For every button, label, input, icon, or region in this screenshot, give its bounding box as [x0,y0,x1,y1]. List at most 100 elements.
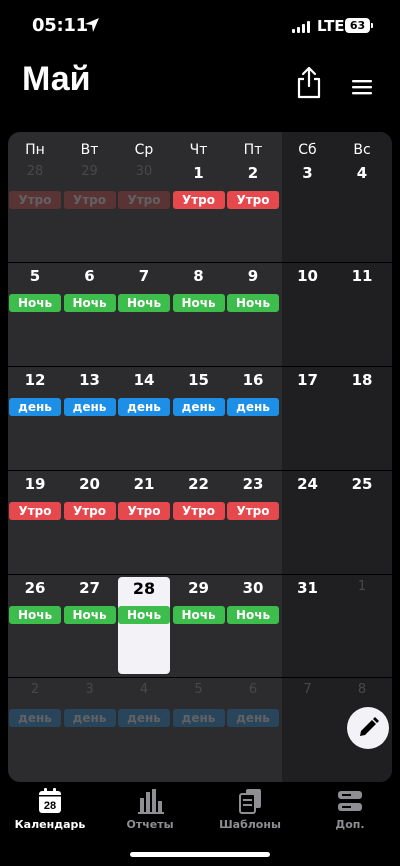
day-number: 6 [248,682,258,697]
shift-badge: день [227,709,279,727]
shift-badge: день [9,398,61,416]
signal-icon [292,21,310,33]
day-number: 4 [356,164,368,182]
day-number: 13 [79,371,100,389]
status-bar: 05:11 LTE 63 [0,0,400,54]
tab-calendar[interactable]: 28 Календарь [0,786,100,838]
menu-button[interactable] [350,76,374,98]
day-number: 14 [133,371,155,389]
shift-badge: день [172,398,225,416]
shift-badge: день [63,398,116,416]
day-number: 1 [193,164,204,182]
day-number: 7 [303,682,312,697]
server-icon [338,791,362,811]
day-number: 27 [79,579,100,597]
shift-badge: Утро [172,502,225,520]
weekday-label: Сб [298,142,317,158]
network-label: LTE [317,17,345,35]
copy-icon [239,789,261,814]
day-number: 4 [139,682,149,697]
share-button[interactable] [294,66,324,100]
weekday-label: Пн [25,142,45,158]
tab-reports-label: Отчеты [126,818,174,831]
battery-icon: 63 [345,18,370,33]
shift-badge: Ночь [63,606,116,624]
day-number: 26 [24,579,46,597]
weekday-label: Ср [134,142,154,158]
edit-button[interactable] [347,707,389,749]
day-number: 5 [194,682,203,697]
day-number: 8 [193,267,204,285]
day-number: 15 [188,371,209,389]
tab-templates-label: Шаблоны [219,818,281,831]
month-calendar: Пн Вт Ср Чт Пт Сб Вс 28 Утро 29 Утро 30 Утро 1 Утро 2 У… [8,132,392,782]
day-number: 1 [357,579,367,594]
shift-badge: Ночь [172,294,225,312]
calendar-icon: 28 [39,788,61,813]
day-number: 18 [351,371,373,389]
day-number: 29 [188,579,209,597]
battery-tip [371,23,373,28]
weekday-label: Чт [189,142,208,158]
day-number: 23 [242,475,264,493]
day-number: 12 [24,371,46,389]
day-number: 11 [351,267,373,285]
day-number: 29 [81,164,98,179]
tab-reports[interactable]: Отчеты [100,786,200,838]
shift-badge: Утро [172,191,225,209]
bar-chart-icon [138,789,164,814]
day-number: 17 [297,371,318,389]
tab-templates[interactable]: Шаблоны [200,786,300,838]
day-number: 2 [247,164,259,182]
day-number: 25 [351,475,373,493]
day-number: 24 [297,475,318,493]
shift-badge: Утро [63,502,116,520]
shift-badge: Утро [227,502,279,520]
shift-badge: Ночь [9,294,61,312]
day-number: 21 [133,475,155,493]
calendar-icon-badge: 28 [44,800,56,812]
status-time: 05:11 [32,15,88,36]
shift-badge: Ночь [118,294,170,312]
day-number: 20 [79,475,100,493]
shift-badge: Ночь [172,606,225,624]
shift-badge: Ночь [118,606,170,624]
day-number: 10 [297,267,318,285]
shift-badge: Ночь [227,606,279,624]
tab-more[interactable]: Доп. [300,786,400,838]
day-number: 5 [29,267,41,285]
tab-calendar-label: Календарь [14,818,86,831]
tab-more-label: Доп. [335,818,365,831]
day-number: 31 [297,579,318,597]
day-number: 19 [24,475,46,493]
shift-badge: Утро [227,191,279,209]
day-number: 8 [357,682,367,697]
shift-badge: день [172,709,225,727]
home-indicator [130,852,270,857]
shift-badge: день [227,398,279,416]
day-number: 16 [242,371,264,389]
shift-badge: Утро [118,502,170,520]
weekday-label: Пт [243,142,263,158]
shift-badge: Утро [9,191,61,209]
day-number: 28 [26,164,44,179]
shift-badge: Утро [118,191,170,209]
shift-badge: Ночь [9,606,61,624]
weekday-header: Пн Вт Ср Чт Пт Сб Вс [8,142,392,162]
day-number: 22 [188,475,209,493]
page-title: Май [22,60,91,98]
shift-badge: Утро [63,191,116,209]
day-number: 3 [302,164,313,182]
day-number: 30 [135,164,153,179]
shift-badge: день [118,398,170,416]
day-number: 2 [30,682,40,697]
shift-badge: Утро [9,502,61,520]
shift-badge: день [9,709,61,727]
shift-badge: Ночь [63,294,116,312]
weekday-label: Вс [353,142,371,158]
shift-badge: день [118,709,170,727]
weekday-label: Вт [80,142,99,158]
pencil-icon [360,717,379,736]
day-number: 30 [242,579,264,597]
day-number: 7 [138,267,150,285]
